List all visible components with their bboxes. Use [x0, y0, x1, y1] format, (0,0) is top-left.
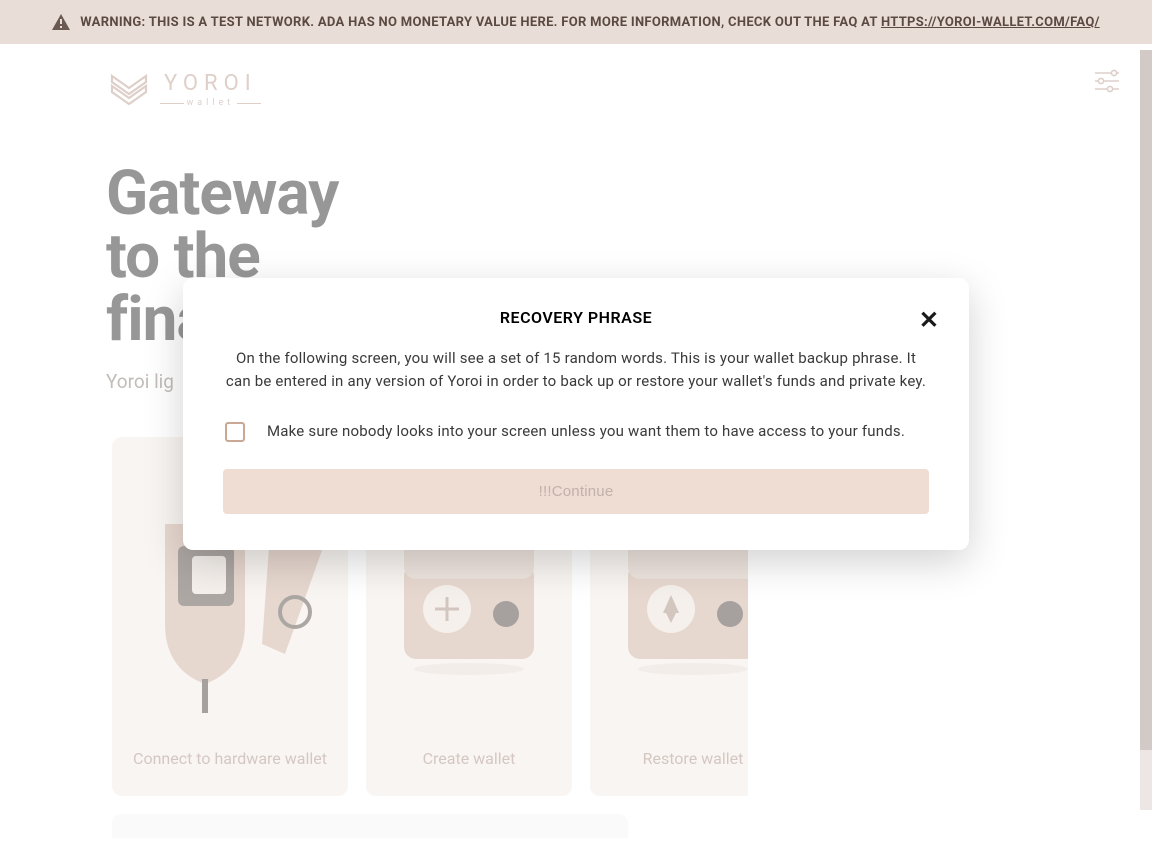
modal-overlay: RECOVERY PHRASE ✕ On the following scree… — [0, 50, 1152, 847]
warning-text: WARNING: THIS IS A TEST NETWORK. ADA HAS… — [80, 15, 1099, 30]
warning-text-content: WARNING: THIS IS A TEST NETWORK. ADA HAS… — [80, 15, 881, 30]
test-network-warning-bar: WARNING: THIS IS A TEST NETWORK. ADA HAS… — [0, 0, 1152, 44]
modal-close-button[interactable]: ✕ — [919, 306, 939, 335]
close-icon: ✕ — [919, 307, 939, 334]
confirm-checkbox-label: Make sure nobody looks into your screen … — [267, 420, 905, 443]
recovery-phrase-modal: RECOVERY PHRASE ✕ On the following scree… — [183, 278, 969, 550]
confirm-checkbox[interactable] — [225, 422, 245, 442]
warning-faq-link[interactable]: HTTPS://YOROI-WALLET.COM/FAQ/ — [881, 15, 1100, 30]
continue-button[interactable]: !!!Continue — [223, 469, 929, 514]
confirm-checkbox-row: Make sure nobody looks into your screen … — [223, 420, 929, 443]
modal-body-text: On the following screen, you will see a … — [223, 347, 929, 394]
warning-triangle-icon — [52, 14, 70, 30]
modal-title: RECOVERY PHRASE — [223, 308, 929, 327]
